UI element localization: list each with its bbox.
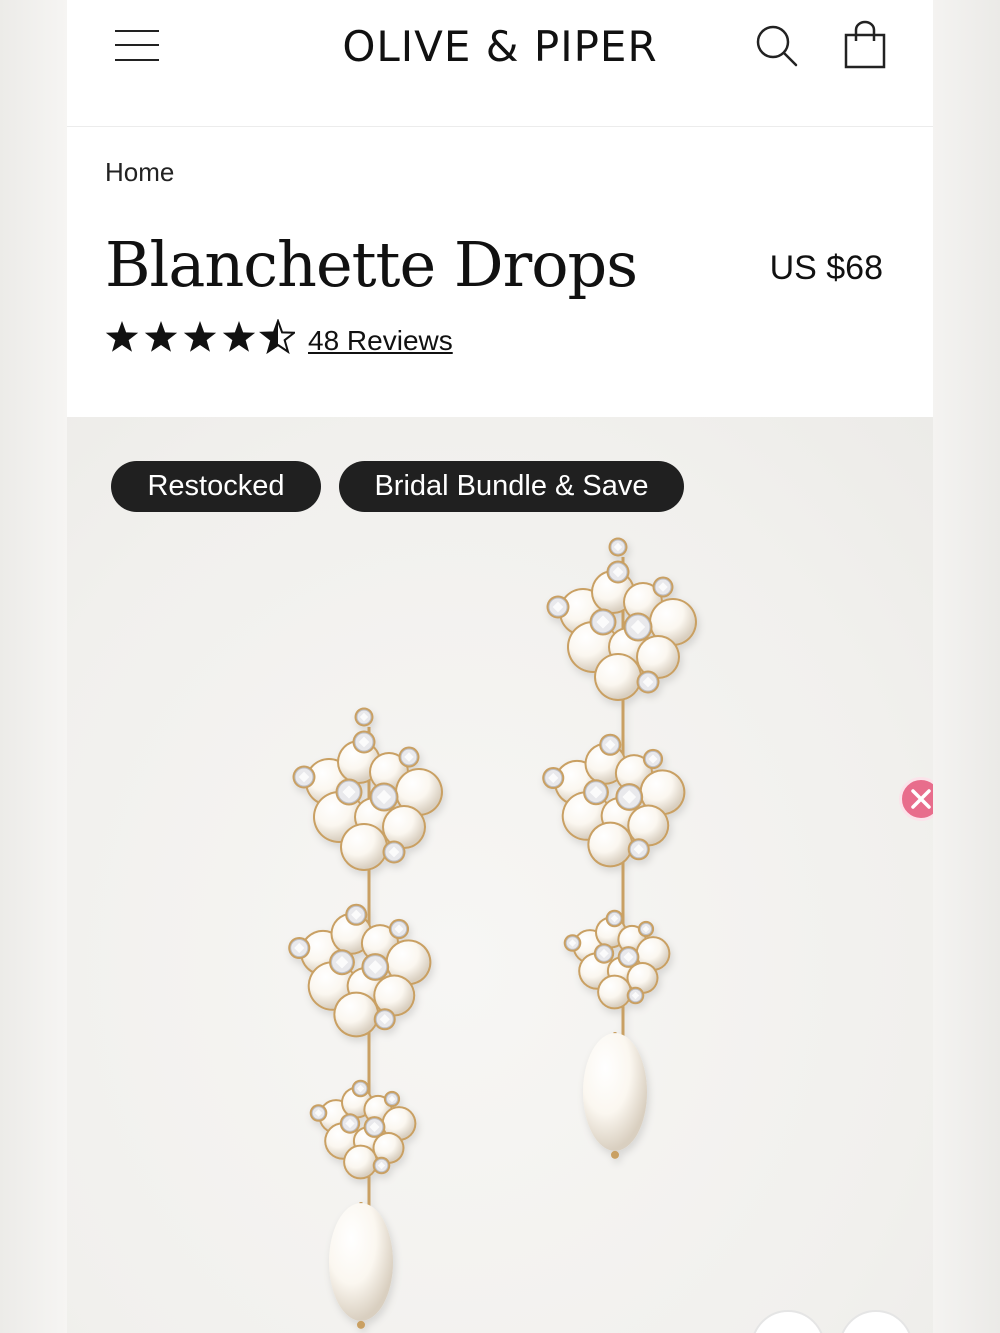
- star-icon: [144, 321, 178, 352]
- star-icon: [183, 321, 217, 352]
- product-title: Blanchette Drops: [105, 228, 638, 301]
- star-icon: [105, 321, 139, 352]
- product-image-earrings: [288, 537, 697, 1329]
- earring: [288, 707, 443, 1329]
- breadcrumb-home[interactable]: Home: [105, 157, 174, 188]
- star-icon: [222, 321, 256, 352]
- star-rating: [105, 319, 295, 355]
- backdrop-right: [933, 0, 1000, 1333]
- star-icon: [259, 319, 295, 355]
- backdrop-left: [0, 0, 67, 1333]
- product-info: Home Blanchette Drops US $68 48 Reviews: [67, 127, 933, 417]
- product-page: OLIVE & PIPER Home Blanchette Drops US $…: [67, 0, 933, 1333]
- badge-bridal-bundle[interactable]: Bridal Bundle & Save: [339, 461, 684, 512]
- site-header: OLIVE & PIPER: [67, 0, 933, 127]
- product-image-gallery[interactable]: Restocked Bridal Bundle & Save: [67, 417, 933, 1333]
- brand-logo[interactable]: OLIVE & PIPER: [267, 22, 733, 71]
- product-price: US $68: [769, 249, 883, 287]
- shopping-bag-icon[interactable]: [843, 20, 887, 70]
- search-icon[interactable]: [755, 24, 799, 68]
- reviews-link[interactable]: 48 Reviews: [308, 325, 453, 357]
- earring: [542, 537, 697, 1159]
- hamburger-menu-icon[interactable]: [115, 28, 161, 64]
- badge-restocked[interactable]: Restocked: [111, 461, 321, 512]
